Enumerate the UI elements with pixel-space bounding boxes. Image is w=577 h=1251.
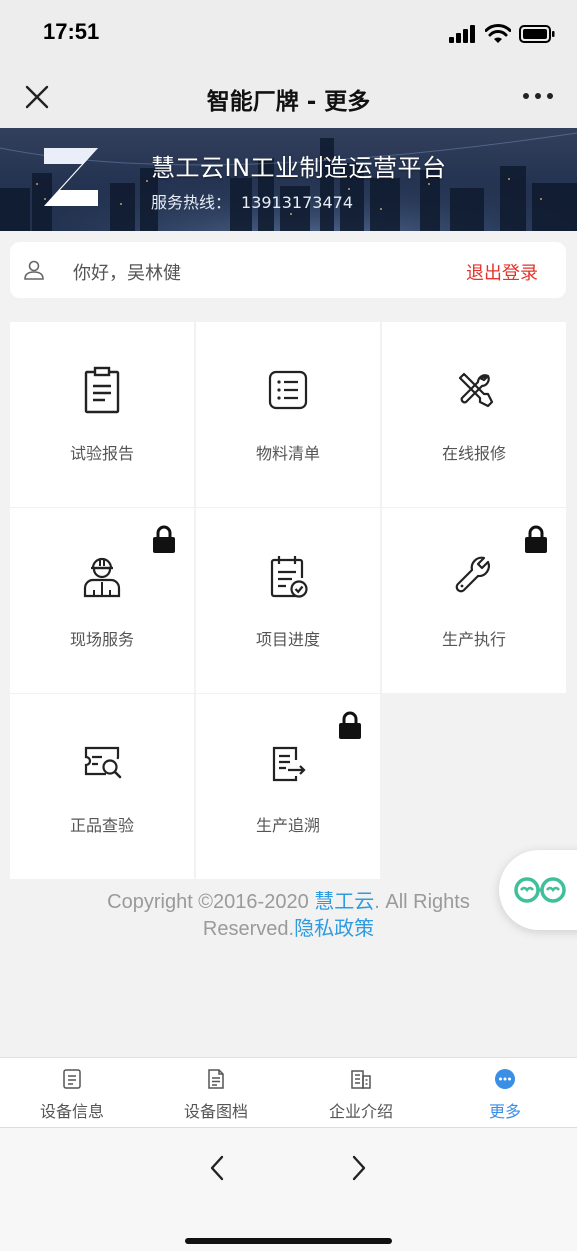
status-icons bbox=[449, 22, 555, 46]
tile-label: 生产追溯 bbox=[255, 816, 320, 835]
brand-link[interactable]: 慧工云 bbox=[314, 891, 374, 913]
feature-grid: 试验报告 物料清单 在线报修 现场服务 项目进度 生产执行 正品查验 生产追溯 bbox=[10, 322, 566, 879]
lock-icon bbox=[525, 525, 547, 553]
lock-icon bbox=[339, 711, 361, 739]
user-icon bbox=[24, 260, 44, 280]
feature-production-trace[interactable]: 生产追溯 bbox=[196, 694, 380, 879]
hotline-label: 服务热线： bbox=[151, 193, 232, 212]
hotline-number[interactable]: 13913173474 bbox=[241, 193, 353, 212]
tile-label: 现场服务 bbox=[69, 630, 134, 649]
tab-label: 企业介绍 bbox=[328, 1102, 393, 1121]
tile-label: 物料清单 bbox=[255, 444, 320, 463]
feature-project-progress[interactable]: 项目进度 bbox=[196, 508, 380, 693]
user-greeting: 你好，吴林健 bbox=[73, 263, 181, 284]
clipboard-icon bbox=[84, 366, 120, 414]
forward-arrow-icon[interactable] bbox=[346, 1153, 372, 1183]
page-title: 智能厂牌 - 更多 bbox=[206, 89, 371, 115]
tools-icon bbox=[458, 372, 494, 408]
feature-production-execution[interactable]: 生产执行 bbox=[382, 508, 566, 693]
feature-online-repair[interactable]: 在线报修 bbox=[382, 322, 566, 507]
calendar-check-icon bbox=[270, 556, 308, 598]
document-icon bbox=[63, 1069, 81, 1089]
feature-field-service[interactable]: 现场服务 bbox=[10, 508, 194, 693]
document-export-icon bbox=[272, 746, 306, 782]
user-card: 你好，吴林健 退出登录 bbox=[10, 242, 566, 298]
tab-company-intro[interactable]: 企业介绍 bbox=[289, 1058, 433, 1128]
more-menu-icon[interactable] bbox=[521, 86, 555, 106]
copyright-prefix: Copyright ©2016-2020 bbox=[107, 891, 315, 913]
status-bar: 17:51 bbox=[0, 0, 577, 64]
logout-button[interactable]: 退出登录 bbox=[466, 259, 538, 285]
feature-authenticity-check[interactable]: 正品查验 bbox=[10, 694, 194, 879]
tile-label: 生产执行 bbox=[441, 630, 506, 649]
ticket-search-icon bbox=[84, 746, 122, 779]
worker-icon bbox=[83, 557, 121, 598]
chat-bot-icon bbox=[514, 877, 566, 903]
bottom-tab-bar: 设备信息 设备图档 企业介绍 更多 bbox=[0, 1057, 577, 1128]
building-icon bbox=[351, 1070, 371, 1089]
feature-material-list[interactable]: 物料清单 bbox=[196, 322, 380, 507]
platform-title: 慧工云IN工业制造运营平台 bbox=[151, 154, 447, 182]
list-icon bbox=[268, 370, 308, 410]
status-time: 17:51 bbox=[43, 19, 100, 44]
tile-label: 项目进度 bbox=[255, 630, 320, 649]
tab-label: 设备信息 bbox=[39, 1102, 104, 1121]
tab-label: 更多 bbox=[488, 1102, 521, 1121]
browser-toolbar bbox=[0, 1127, 577, 1251]
company-logo-icon bbox=[44, 148, 98, 206]
file-icon bbox=[208, 1069, 224, 1089]
lock-icon bbox=[153, 525, 175, 553]
tile-label: 试验报告 bbox=[69, 444, 134, 463]
more-dots-icon bbox=[495, 1069, 515, 1089]
tab-device-drawings[interactable]: 设备图档 bbox=[144, 1058, 288, 1128]
tab-more[interactable]: 更多 bbox=[433, 1058, 577, 1128]
banner: 慧工云IN工业制造运营平台 服务热线： 13913173474 bbox=[0, 128, 577, 231]
wrench-icon bbox=[455, 556, 490, 593]
nav-bar: 智能厂牌 - 更多 bbox=[0, 64, 577, 128]
feature-test-report[interactable]: 试验报告 bbox=[10, 322, 194, 507]
signal-icon bbox=[449, 25, 475, 43]
tile-label: 在线报修 bbox=[441, 444, 506, 463]
privacy-policy-link[interactable]: 隐私政策 bbox=[294, 918, 374, 940]
tile-label: 正品查验 bbox=[69, 816, 134, 835]
wifi-icon bbox=[485, 24, 511, 43]
back-arrow-icon[interactable] bbox=[204, 1153, 230, 1183]
tab-device-info[interactable]: 设备信息 bbox=[0, 1058, 144, 1128]
chat-float-button[interactable] bbox=[499, 850, 577, 930]
tab-label: 设备图档 bbox=[183, 1102, 248, 1121]
service-hotline: 服务热线： 13913173474 bbox=[151, 189, 353, 213]
home-indicator bbox=[185, 1238, 392, 1244]
battery-icon bbox=[519, 25, 555, 43]
copyright: Copyright ©2016-2020 慧工云. All Rights Res… bbox=[70, 889, 507, 943]
